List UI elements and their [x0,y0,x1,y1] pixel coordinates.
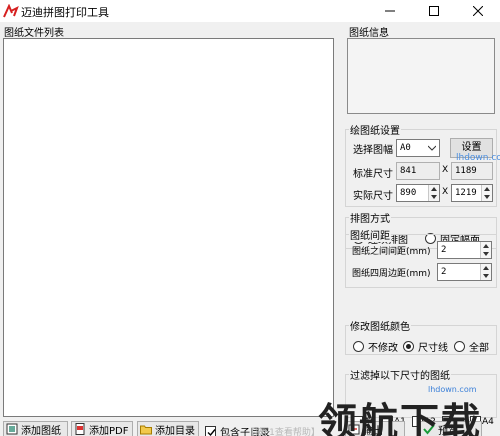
actual-height-stepper[interactable]: 1219 [451,184,493,202]
standard-height-field: 1189 [451,162,493,180]
title-bar: 迈迪拼图打印工具 [0,0,500,22]
color-all-label: 全部 [469,343,489,354]
add-pdf-label: 添加PDF [89,425,129,436]
site-url-watermark: lhdown.com [456,153,500,163]
color-none-radio[interactable]: 不修改 [353,339,398,354]
layout-mode-title: 排图方式 [349,210,391,225]
paper-info-label: 图纸信息 [349,28,389,39]
spin-arrows-icon[interactable] [481,185,492,201]
radio-unselected-icon [454,341,465,352]
spacing-margin-value: 2 [441,267,447,277]
add-pdf-button[interactable]: 添加PDF [71,421,133,436]
filter-a4-label: A4 [482,417,494,427]
spacing-margin-row-label: 图纸四周边距(mm) [352,269,431,279]
spacing-between-value: 2 [441,245,447,255]
actual-width-value: 890 [400,188,417,198]
close-icon [473,6,483,16]
minimize-icon [385,10,395,12]
paper-size-label: 选择图幅 [353,145,393,156]
standard-times-label: X [442,165,449,175]
color-dimension-label: 尺寸线 [418,343,448,354]
maximize-icon [429,6,439,16]
paper-size-select[interactable]: A0 [396,139,440,157]
minimize-button[interactable] [368,0,412,22]
actual-size-label: 实际尺寸 [353,191,393,202]
pdf-icon [75,423,85,435]
chevron-down-icon [428,145,436,151]
paper-settings-title: 绘图纸设置 [349,122,401,137]
standard-size-label: 标准尺寸 [353,169,393,180]
spacing-margin-stepper[interactable]: 2 [437,263,492,281]
color-all-radio[interactable]: 全部 [454,339,489,354]
paper-info-box [347,38,495,114]
folder-icon [140,425,152,435]
color-dimension-radio[interactable]: 尺寸线 [403,339,448,354]
checkbox-checked-icon [205,426,216,436]
radio-unselected-icon [353,341,364,352]
close-button[interactable] [456,0,500,22]
window-title: 迈迪拼图打印工具 [21,6,109,19]
filter-title: 过滤掉以下尺寸的图纸 [349,367,451,382]
spin-arrows-icon[interactable] [480,264,491,280]
spacing-between-row-label: 图纸之间间距(mm) [352,247,431,257]
spin-arrows-icon[interactable] [480,242,491,258]
help-hint: 【按F1查看帮助】 [246,428,320,436]
actual-width-stepper[interactable]: 890 [396,184,440,202]
spacing-title: 图纸间距 [349,227,391,242]
color-title: 修改图纸颜色 [349,318,411,333]
color-none-label: 不修改 [368,343,398,354]
actual-times-label: X [442,187,449,197]
radio-selected-icon [403,341,414,352]
standard-width-field: 841 [396,162,440,180]
actual-height-value: 1219 [455,188,477,198]
add-drawing-button[interactable]: 添加图纸 [3,421,68,436]
add-folder-label: 添加目录 [155,425,195,436]
paper-size-value: A0 [400,143,411,153]
app-logo-icon [3,4,19,18]
maximize-button[interactable] [412,0,456,22]
add-folder-button[interactable]: 添加目录 [137,421,199,436]
file-list[interactable] [3,38,334,417]
watermark-logo: 领航下载 [318,400,483,436]
file-list-label: 图纸文件列表 [4,28,64,39]
add-drawing-icon [6,423,18,435]
spacing-between-stepper[interactable]: 2 [437,241,492,259]
spin-arrows-icon[interactable] [428,185,439,201]
add-drawing-label: 添加图纸 [21,425,61,436]
